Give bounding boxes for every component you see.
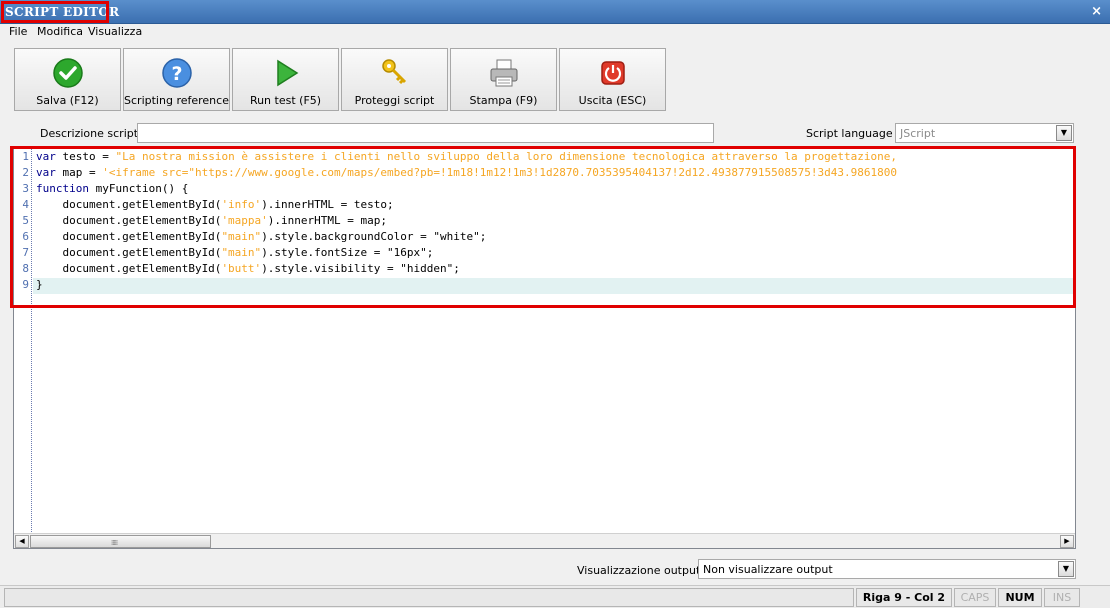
title-bar: SCRIPT EDITOR ×: [0, 0, 1110, 24]
num-indicator: NUM: [998, 588, 1042, 607]
language-value: JScript: [900, 127, 936, 140]
scroll-right-icon[interactable]: ▶: [1060, 535, 1074, 548]
scripting-reference-label: Scripting reference: [124, 94, 229, 107]
close-icon[interactable]: ×: [1091, 4, 1102, 19]
output-select[interactable]: Non visualizzare output ▼: [698, 559, 1076, 579]
language-label: Script language :: [806, 127, 900, 140]
menu-modifica[interactable]: Modifica: [37, 25, 83, 38]
save-button[interactable]: Salva (F12): [14, 48, 121, 111]
menu-visualizza[interactable]: Visualizza: [88, 25, 142, 38]
power-icon: [601, 61, 625, 85]
grip-icon: ⁞⁞⁞⁞⁞: [111, 539, 118, 547]
language-select[interactable]: JScript ▼: [895, 123, 1074, 143]
scrollbar-thumb[interactable]: ⁞⁞⁞⁞⁞: [30, 535, 211, 548]
chevron-down-icon[interactable]: ▼: [1056, 125, 1072, 141]
cursor-position: Riga 9 - Col 2: [856, 588, 952, 607]
run-test-label: Run test (F5): [249, 94, 322, 107]
menu-bar: File Modifica Visualizza: [0, 24, 1110, 40]
caps-indicator: CAPS: [954, 588, 996, 607]
check-icon: [53, 58, 83, 88]
run-test-button[interactable]: Run test (F5): [232, 48, 339, 111]
chevron-down-icon[interactable]: ▼: [1058, 561, 1074, 577]
print-button[interactable]: Stampa (F9): [450, 48, 557, 111]
printer-icon: [490, 59, 518, 87]
print-label: Stampa (F9): [469, 94, 538, 107]
save-button-label: Salva (F12): [36, 94, 99, 107]
code-highlight-box: [10, 146, 1076, 308]
output-value: Non visualizzare output: [703, 563, 833, 576]
key-icon: [382, 59, 407, 85]
play-icon: [277, 59, 299, 87]
help-icon: ?: [162, 58, 192, 88]
ins-indicator: INS: [1044, 588, 1080, 607]
horizontal-scrollbar[interactable]: ◀ ⁞⁞⁞⁞⁞ ▶: [14, 533, 1075, 548]
protect-script-button[interactable]: Proteggi script: [341, 48, 448, 111]
exit-label: Uscita (ESC): [578, 94, 647, 107]
description-label: Descrizione script :: [40, 127, 146, 140]
title-highlight-box: [1, 1, 109, 23]
scroll-left-icon[interactable]: ◀: [15, 535, 29, 548]
exit-button[interactable]: Uscita (ESC): [559, 48, 666, 111]
status-message-panel: [4, 588, 854, 607]
status-bar: Riga 9 - Col 2 CAPS NUM INS: [0, 585, 1110, 608]
output-label: Visualizzazione output :: [577, 564, 708, 577]
menu-file[interactable]: File: [9, 25, 27, 38]
scripting-reference-button[interactable]: ? Scripting reference: [123, 48, 230, 111]
protect-script-label: Proteggi script: [354, 94, 435, 107]
svg-text:?: ?: [171, 63, 182, 85]
description-input[interactable]: [137, 123, 714, 143]
